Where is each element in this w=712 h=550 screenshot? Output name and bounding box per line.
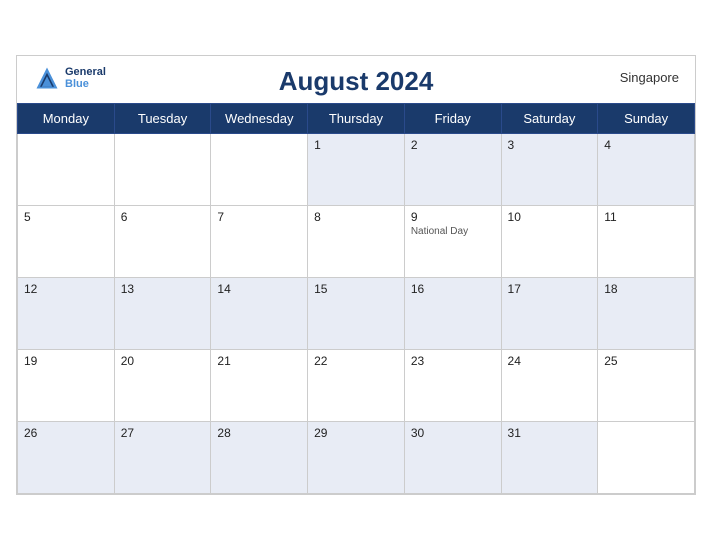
logo-text: General Blue	[65, 66, 106, 90]
calendar-table: MondayTuesdayWednesdayThursdayFridaySatu…	[17, 103, 695, 494]
day-number: 16	[411, 282, 495, 296]
day-number: 29	[314, 426, 398, 440]
calendar-cell	[598, 422, 695, 494]
day-number: 1	[314, 138, 398, 152]
weekday-header-monday: Monday	[18, 104, 115, 134]
calendar-cell: 28	[211, 422, 308, 494]
calendar-cell: 2	[404, 134, 501, 206]
day-number: 14	[217, 282, 301, 296]
day-number: 20	[121, 354, 205, 368]
calendar-cell: 10	[501, 206, 598, 278]
calendar-cell	[114, 134, 211, 206]
weekday-header-row: MondayTuesdayWednesdayThursdayFridaySatu…	[18, 104, 695, 134]
day-number: 4	[604, 138, 688, 152]
logo-icon	[33, 64, 61, 92]
day-number: 27	[121, 426, 205, 440]
calendar-cell: 18	[598, 278, 695, 350]
weekday-header-sunday: Sunday	[598, 104, 695, 134]
day-number: 12	[24, 282, 108, 296]
logo-area: General Blue	[33, 64, 106, 92]
calendar-cell	[211, 134, 308, 206]
calendar-cell: 19	[18, 350, 115, 422]
day-number: 19	[24, 354, 108, 368]
calendar-row-3: 12 13 14 15 16 17 18	[18, 278, 695, 350]
day-number: 9	[411, 210, 495, 224]
calendar-row-5: 26 27 28 29 30 31	[18, 422, 695, 494]
day-number: 23	[411, 354, 495, 368]
calendar-cell: 23	[404, 350, 501, 422]
month-title: August 2024	[279, 66, 434, 97]
calendar-cell: 5	[18, 206, 115, 278]
day-number: 22	[314, 354, 398, 368]
calendar-row-1: 1234	[18, 134, 695, 206]
calendar-header: General Blue August 2024 Singapore	[17, 56, 695, 103]
calendar-cell: 26	[18, 422, 115, 494]
calendar-cell: 20	[114, 350, 211, 422]
day-number: 28	[217, 426, 301, 440]
day-number: 11	[604, 210, 688, 224]
calendar-row-4: 19 20 21 22 23 24 25	[18, 350, 695, 422]
day-number: 8	[314, 210, 398, 224]
calendar-cell: 25	[598, 350, 695, 422]
logo-general-text: General	[65, 66, 106, 78]
calendar-cell: 16	[404, 278, 501, 350]
day-number: 17	[508, 282, 592, 296]
calendar-cell: 30	[404, 422, 501, 494]
calendar-cell: 14	[211, 278, 308, 350]
day-number: 3	[508, 138, 592, 152]
weekday-header-saturday: Saturday	[501, 104, 598, 134]
calendar-cell: 22	[308, 350, 405, 422]
calendar-cell: 13	[114, 278, 211, 350]
calendar-container: General Blue August 2024 Singapore Monda…	[16, 55, 696, 495]
day-number: 25	[604, 354, 688, 368]
calendar-cell: 9 National Day	[404, 206, 501, 278]
day-number: 24	[508, 354, 592, 368]
calendar-cell: 27	[114, 422, 211, 494]
calendar-cell: 1	[308, 134, 405, 206]
day-number: 18	[604, 282, 688, 296]
day-number: 2	[411, 138, 495, 152]
calendar-cell: 24	[501, 350, 598, 422]
day-number: 7	[217, 210, 301, 224]
calendar-row-2: 56789 National Day 10 11	[18, 206, 695, 278]
weekday-header-thursday: Thursday	[308, 104, 405, 134]
calendar-cell: 21	[211, 350, 308, 422]
weekday-header-wednesday: Wednesday	[211, 104, 308, 134]
day-number: 5	[24, 210, 108, 224]
calendar-cell: 3	[501, 134, 598, 206]
day-number: 30	[411, 426, 495, 440]
day-number: 21	[217, 354, 301, 368]
country-label: Singapore	[620, 70, 679, 85]
calendar-cell: 11	[598, 206, 695, 278]
calendar-cell	[18, 134, 115, 206]
weekday-header-tuesday: Tuesday	[114, 104, 211, 134]
holiday-label: National Day	[411, 226, 495, 237]
calendar-cell: 6	[114, 206, 211, 278]
day-number: 15	[314, 282, 398, 296]
calendar-cell: 12	[18, 278, 115, 350]
logo-blue-text: Blue	[65, 78, 89, 90]
calendar-cell: 8	[308, 206, 405, 278]
calendar-cell: 29	[308, 422, 405, 494]
day-number: 26	[24, 426, 108, 440]
calendar-cell: 31	[501, 422, 598, 494]
day-number: 31	[508, 426, 592, 440]
calendar-cell: 4	[598, 134, 695, 206]
calendar-cell: 7	[211, 206, 308, 278]
calendar-cell: 17	[501, 278, 598, 350]
weekday-header-friday: Friday	[404, 104, 501, 134]
day-number: 13	[121, 282, 205, 296]
calendar-cell: 15	[308, 278, 405, 350]
day-number: 6	[121, 210, 205, 224]
day-number: 10	[508, 210, 592, 224]
